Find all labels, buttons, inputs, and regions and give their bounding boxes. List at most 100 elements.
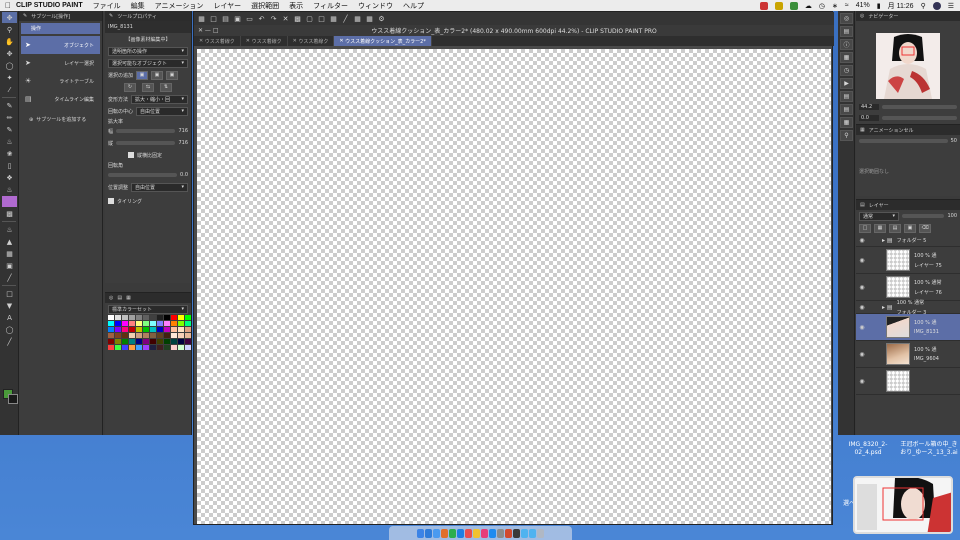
material-icon[interactable]: ▦ (840, 52, 853, 63)
notes-dock-icon[interactable] (473, 528, 480, 538)
color-swatch[interactable] (143, 345, 149, 350)
zoom-slider[interactable] (882, 105, 957, 109)
color-swatch[interactable] (122, 327, 128, 332)
color-wheel-icon[interactable]: ◎ (109, 295, 113, 301)
app-icon[interactable]: ▦ (197, 15, 206, 23)
color-swatch[interactable] (129, 315, 135, 320)
flip-horizontal-button[interactable]: ⇆ (142, 82, 154, 92)
norton-icon[interactable] (774, 1, 783, 10)
clipstudio-dock-icon[interactable] (505, 528, 512, 538)
angle-value[interactable]: 0.0 (180, 172, 188, 178)
color-swatch[interactable] (164, 333, 170, 338)
menu-animation[interactable]: アニメーション (155, 1, 204, 11)
calendar-dock-icon[interactable] (465, 528, 472, 538)
music-dock-icon[interactable] (481, 528, 488, 538)
color-swatch[interactable] (171, 327, 177, 332)
redo-icon[interactable]: ↷ (269, 15, 278, 23)
color-swatch[interactable] (150, 315, 156, 320)
launchpad-dock-icon[interactable] (425, 528, 432, 538)
timeline-panel-icon[interactable]: ▤ (840, 104, 853, 115)
color-swatch[interactable] (164, 315, 170, 320)
color-swatch[interactable] (185, 327, 191, 332)
color-swatch[interactable] (171, 333, 177, 338)
line-correct-icon[interactable]: ╱ (2, 336, 17, 347)
color-swatch[interactable] (143, 321, 149, 326)
mail-dock-icon[interactable] (457, 528, 464, 538)
subtool-object[interactable]: ➤ オブジェクト (21, 36, 100, 54)
color-swatch[interactable] (150, 327, 156, 332)
menu-filter[interactable]: フィルター (313, 1, 348, 11)
clear-icon[interactable]: ✕ (281, 15, 290, 23)
color-swatch[interactable] (171, 339, 177, 344)
notification-center-icon[interactable]: ☰ (948, 2, 954, 10)
text-tool-icon[interactable]: A (2, 312, 17, 323)
add-subtool-button[interactable]: ⊕ サブツールを追加する (19, 116, 102, 124)
lasso-icon[interactable]: ◯ (2, 60, 17, 71)
export-icon[interactable]: ▭ (245, 15, 254, 23)
selection-add-button[interactable]: ▣ (151, 70, 164, 80)
safari-dock-icon[interactable] (433, 528, 440, 538)
color-swatch[interactable] (115, 327, 121, 332)
layer-folder-row[interactable]: ◉ ▸ ▤ 100 % 通常 フォルダー 3 (856, 300, 960, 316)
color-swatch[interactable] (129, 327, 135, 332)
angle-slider[interactable] (108, 173, 178, 177)
snap-ruler-icon[interactable]: ╱ (341, 15, 350, 23)
color-swatch[interactable] (178, 327, 184, 332)
downloads-dock-icon[interactable] (529, 528, 536, 538)
color-swatch[interactable] (136, 345, 142, 350)
color-swatch[interactable] (136, 327, 142, 332)
snap-special-icon[interactable]: ▦ (365, 15, 374, 23)
layer-property-icon[interactable]: ▤ (840, 91, 853, 102)
trash-dock-icon[interactable] (537, 528, 544, 538)
gradient-alt-icon[interactable]: ▩ (2, 208, 17, 219)
stamp-icon[interactable]: ▲ (2, 236, 17, 247)
color-swatch[interactable] (185, 321, 191, 326)
color-swatch[interactable] (115, 333, 121, 338)
nav-angle-slider[interactable] (882, 116, 957, 120)
color-swatch[interactable] (185, 315, 191, 320)
appstore-dock-icon[interactable] (489, 528, 496, 538)
decoration-icon[interactable]: ❀ (2, 148, 17, 159)
color-swatch[interactable] (136, 339, 142, 344)
color-swatch[interactable] (143, 333, 149, 338)
new-folder-button[interactable]: ▤ (889, 223, 901, 233)
color-set-icon[interactable]: ▦ (126, 295, 131, 301)
color-swatch[interactable] (171, 315, 177, 320)
bluetooth-icon[interactable]: ∗ (832, 2, 838, 10)
visibility-eye-icon[interactable]: ◉ (856, 237, 868, 244)
color-swatch[interactable] (157, 327, 163, 332)
canvas-tab-2[interactable]: ✕ ウスス着線ク (241, 36, 288, 46)
color-swatch[interactable] (157, 345, 163, 350)
app-dock-icon[interactable] (441, 528, 448, 538)
menu-edit[interactable]: 編集 (131, 1, 145, 11)
deselect-icon[interactable]: □ (317, 15, 326, 23)
airbrush-icon[interactable]: ♨ (2, 136, 17, 147)
finder-dock-icon[interactable] (417, 528, 424, 538)
magic-wand-icon[interactable]: ✦ (2, 72, 17, 83)
color-swatch[interactable] (129, 345, 135, 350)
height-slider[interactable] (116, 141, 176, 145)
color-swatch[interactable] (178, 315, 184, 320)
color-swatch[interactable] (178, 333, 184, 338)
app-status-icon[interactable] (759, 1, 768, 10)
color-swatch[interactable] (136, 315, 142, 320)
battery-percent[interactable]: 41% (856, 2, 870, 9)
app-name-menu[interactable]: CLIP STUDIO PAINT (16, 2, 83, 9)
color-swatch[interactable] (136, 333, 142, 338)
visibility-eye-icon[interactable]: ◉ (856, 324, 868, 331)
color-swatch[interactable] (178, 321, 184, 326)
blend-icon[interactable]: ❖ (2, 172, 17, 183)
color-set-dropdown[interactable]: 標準カラーセット ▾ (108, 304, 188, 314)
color-slider-icon[interactable]: ▤ (117, 295, 122, 301)
desktop-file-ai[interactable]: 王冠ボール箱の中_きおり_ゆース_13_3.ai (898, 441, 960, 457)
canvas-tab-1[interactable]: ✕ ウスス着線ク (194, 36, 241, 46)
color-swatch[interactable] (185, 333, 191, 338)
folder-dock-icon[interactable] (521, 528, 528, 538)
canvas-tab-3[interactable]: ✕ ウスス着線ク (288, 36, 335, 46)
desktop-preview-thumbnail[interactable] (853, 476, 953, 534)
color-swatch[interactable] (129, 339, 135, 344)
width-slider[interactable] (116, 129, 176, 133)
transform-dropdown[interactable]: 拡大・縮小・回 ▾ (131, 94, 188, 104)
layer-row[interactable]: ◉ 100 % 通常 レイヤー 76 (856, 274, 960, 301)
color-swatch[interactable] (143, 339, 149, 344)
